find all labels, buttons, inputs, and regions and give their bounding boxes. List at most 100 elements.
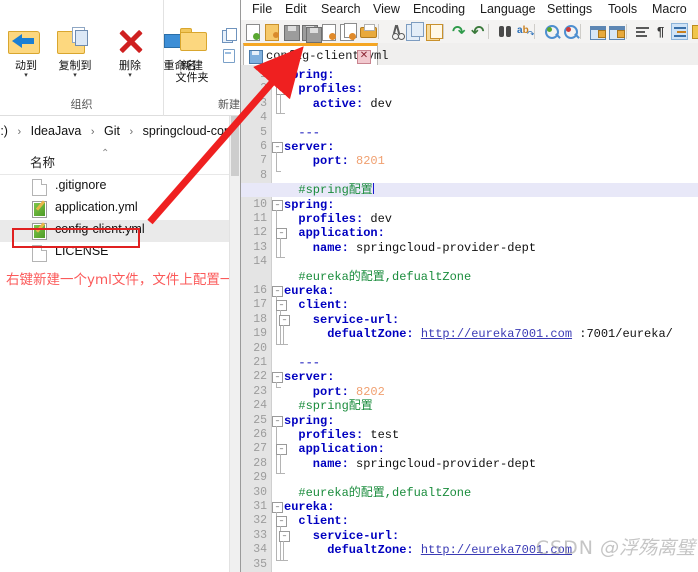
highlight-icon[interactable] (690, 23, 698, 40)
breadcrumb-item-git[interactable]: Git (103, 116, 121, 146)
menu-search[interactable]: Search (321, 2, 361, 16)
breadcrumb-item-ideajava[interactable]: IdeaJava (30, 116, 83, 146)
fold-toggle-icon[interactable]: – (272, 142, 283, 153)
list-item[interactable]: .gitignore (0, 176, 240, 198)
save-icon[interactable] (283, 23, 300, 41)
code-line[interactable]: name: springcloud-provider-dept (313, 457, 536, 471)
code-line[interactable]: #spring配置 (241, 183, 698, 198)
code-content[interactable]: spring: profiles: active: dev --- server: por… (241, 65, 698, 572)
code-line[interactable]: active: dev (313, 97, 392, 111)
menu-macro[interactable]: Macro (652, 2, 687, 16)
new-folder-button[interactable]: 新建 文件夹 (166, 24, 218, 84)
open-file-icon[interactable] (264, 23, 281, 41)
indent-guide-icon[interactable] (671, 23, 688, 40)
code-line[interactable]: #eureka的配置,defualtZone (298, 270, 471, 284)
print-icon[interactable] (359, 23, 377, 40)
address-bar[interactable]: E:) › IdeaJava › Git › springcloud-confi… (0, 116, 240, 147)
menu-language[interactable]: Language (480, 2, 536, 16)
breadcrumb-item-drive[interactable]: E:) (0, 116, 9, 146)
word-wrap-icon[interactable] (634, 23, 651, 40)
tab-config-client-yml[interactable]: config-client.yml ✕ (243, 43, 388, 65)
fold-toggle-icon[interactable]: – (272, 502, 283, 513)
code-line[interactable]: defualtZone: http://eureka7001.com (327, 543, 572, 557)
copy-icon[interactable] (406, 22, 424, 41)
code-line[interactable]: port: 8201 (313, 154, 385, 168)
code-line[interactable]: port: 8202 (313, 385, 385, 399)
code-line[interactable]: client: (298, 514, 348, 528)
code-line[interactable]: server: (284, 140, 334, 154)
code-line[interactable]: defualtZone: http://eureka7001.com :7001… (327, 327, 673, 341)
fold-guide (280, 454, 281, 474)
close-file-icon[interactable] (321, 23, 338, 41)
code-line[interactable]: eureka: (284, 284, 334, 298)
fold-margin[interactable]: – – – – – – – – – – – – – – (272, 65, 290, 572)
code-token: client (298, 514, 342, 529)
code-line[interactable]: spring: (284, 198, 334, 212)
list-item-config-client-yml[interactable]: config-client.yml (0, 220, 240, 242)
fold-toggle-icon[interactable]: – (272, 415, 283, 427)
code-line[interactable]: #eureka的配置,defualtZone (298, 486, 471, 500)
code-line[interactable]: profiles: (298, 82, 363, 96)
code-line[interactable]: server: (284, 370, 334, 384)
scrollbar-thumb[interactable] (231, 116, 239, 176)
breadcrumb-item-springcloud-config[interactable]: springcloud-config (142, 116, 240, 146)
delete-button[interactable]: 删除 ▾ (104, 24, 156, 79)
menu-settings[interactable]: Settings (547, 2, 592, 16)
fold-toggle-icon[interactable]: – (272, 199, 283, 211)
move-to-caret-icon[interactable]: ▾ (0, 72, 52, 79)
zoom-out-icon[interactable] (562, 23, 579, 40)
sync-vertical-icon[interactable] (589, 23, 606, 40)
undo-icon[interactable]: ↷ (451, 23, 468, 41)
code-editor[interactable]: 1234567891011121314161718192021222324252… (241, 65, 698, 572)
fold-toggle-icon[interactable]: – (272, 286, 283, 297)
code-line[interactable]: spring: (284, 68, 334, 82)
new-file-icon[interactable] (245, 23, 262, 41)
column-header-name[interactable]: 名称 (30, 152, 55, 171)
new-item-button[interactable]: 新建项目 (222, 28, 240, 44)
list-item[interactable]: application.yml (0, 198, 240, 220)
menu-tools[interactable]: Tools (608, 2, 637, 16)
code-line[interactable]: service-url: (313, 313, 399, 327)
easy-access-button[interactable]: 轻松访问 (222, 48, 240, 64)
explorer-scrollbar[interactable] (229, 116, 240, 572)
save-all-icon[interactable] (302, 23, 322, 43)
show-symbol-icon[interactable]: ¶ (653, 23, 670, 40)
code-token: spring (284, 413, 328, 428)
cut-icon[interactable] (387, 23, 405, 40)
close-all-icon[interactable] (340, 23, 357, 41)
code-line[interactable]: name: springcloud-provider-dept (313, 241, 536, 255)
paste-icon[interactable] (425, 23, 443, 41)
code-line[interactable]: --- (298, 356, 320, 370)
find-icon[interactable] (497, 23, 514, 40)
ribbon-group-organize-label: 组织 (70, 99, 93, 111)
code-line[interactable]: profiles: dev (298, 212, 392, 226)
replace-icon[interactable]: ab ↷ (516, 23, 535, 40)
code-line[interactable]: service-url: (313, 529, 399, 543)
fold-toggle-icon[interactable]: – (272, 70, 283, 81)
menu-encoding[interactable]: Encoding (413, 2, 465, 16)
code-line[interactable]: #spring配置 (298, 399, 372, 413)
code-line[interactable]: application: (298, 226, 384, 240)
code-line[interactable]: eureka: (284, 500, 334, 514)
code-token: service-url (312, 312, 393, 327)
list-item[interactable]: LICENSE (0, 242, 240, 264)
code-line[interactable]: --- (298, 126, 320, 140)
code-line[interactable]: profiles: test (298, 428, 399, 442)
close-icon[interactable]: ✕ (357, 50, 371, 64)
code-line[interactable]: spring: (284, 414, 334, 428)
zoom-in-icon[interactable] (543, 23, 560, 40)
delete-caret-icon[interactable]: ▾ (104, 72, 156, 79)
copy-to-button[interactable]: 复制到 ▾ (49, 24, 101, 79)
code-line[interactable]: application: (298, 442, 384, 456)
sync-horizontal-icon[interactable] (608, 23, 625, 40)
copy-to-caret-icon[interactable]: ▾ (49, 72, 101, 79)
fold-toggle-icon[interactable]: – (272, 372, 283, 384)
toolbar-separator (534, 23, 536, 40)
menu-view[interactable]: View (373, 2, 400, 16)
move-to-button[interactable]: 动到 ▾ (0, 24, 52, 79)
code-line[interactable]: client: (298, 298, 348, 312)
menu-edit[interactable]: Edit (285, 2, 307, 16)
redo-icon[interactable]: ↶ (470, 23, 487, 41)
line-number: 35 (253, 557, 267, 571)
menu-file[interactable]: File (252, 2, 272, 16)
